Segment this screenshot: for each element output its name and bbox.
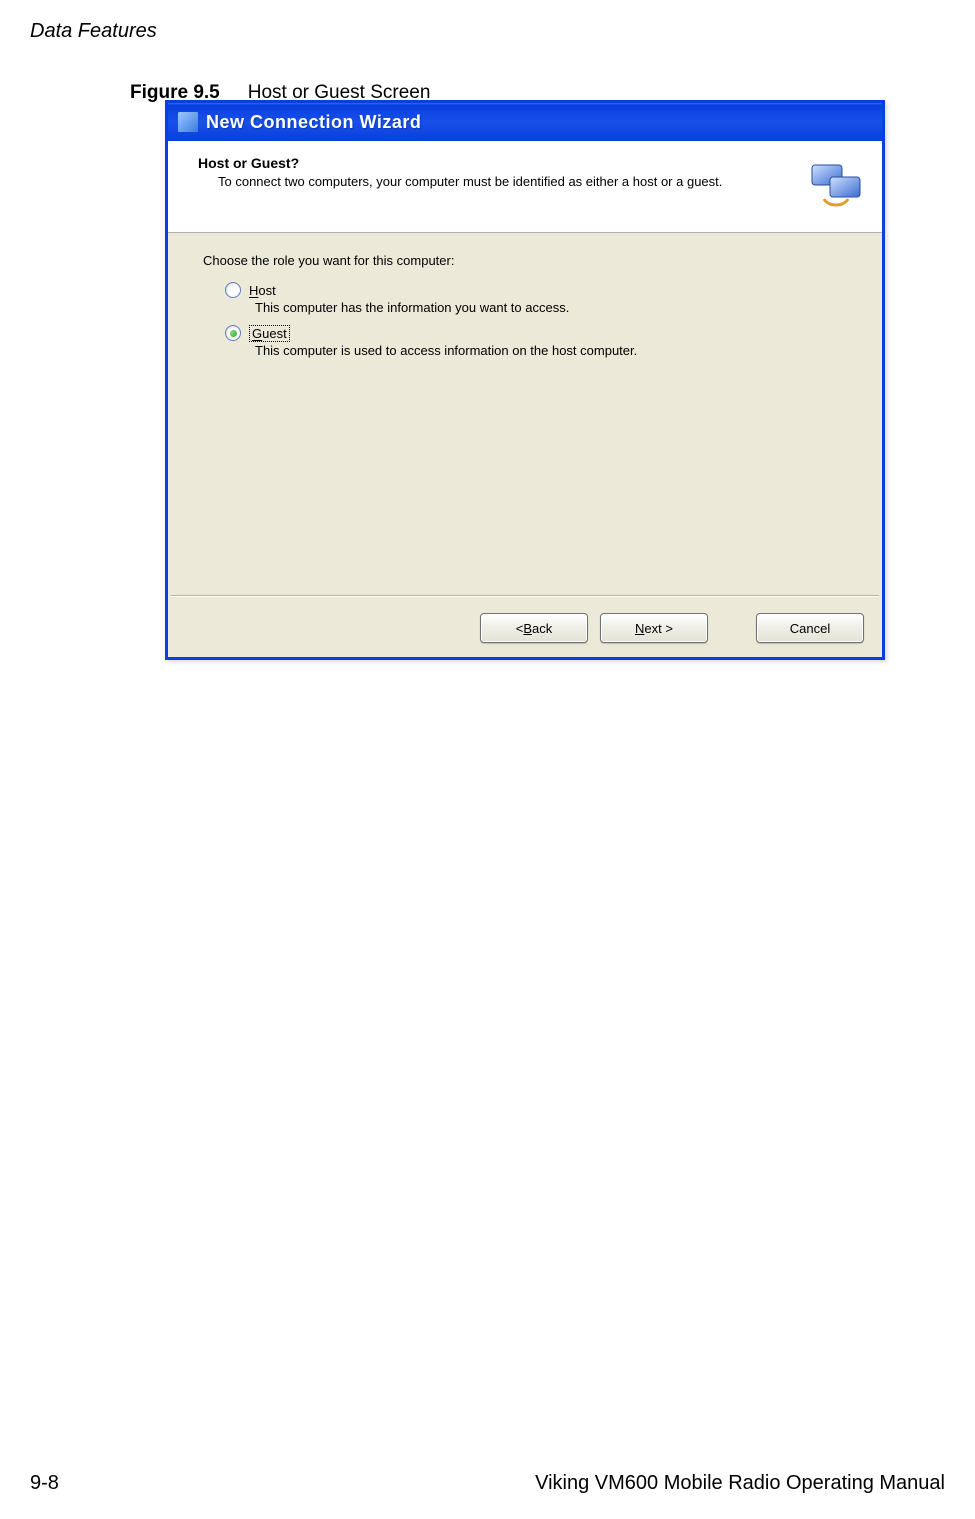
radio-host-desc: This computer has the information you wa… [255,300,847,315]
radio-host-button[interactable] [225,282,241,298]
radio-guest-label: Guest [249,326,290,341]
wizard-header-panel: Host or Guest? To connect two computers,… [168,141,882,233]
titlebar-text: New Connection Wizard [206,112,421,133]
button-row: < Back Next > Cancel [480,613,864,643]
titlebar: New Connection Wizard [168,103,882,141]
wizard-app-icon [178,112,198,132]
manual-title: Viking VM600 Mobile Radio Operating Manu… [535,1472,945,1495]
cancel-button[interactable]: Cancel [756,613,864,643]
connection-icon [808,159,864,215]
page-number: 9-8 [30,1472,59,1495]
wizard-header-desc: To connect two computers, your computer … [218,174,758,191]
wizard-window: New Connection Wizard Host or Guest? To … [165,100,885,660]
radio-guest-desc: This computer is used to access informat… [255,343,847,358]
next-button[interactable]: Next > [600,613,708,643]
radio-host-label: Host [249,283,276,298]
radio-host-row[interactable]: Host [225,282,847,298]
divider [171,595,879,597]
radio-guest-button[interactable] [225,325,241,341]
back-button[interactable]: < Back [480,613,588,643]
radio-guest-row[interactable]: Guest [225,325,847,341]
wizard-body: Choose the role you want for this comput… [168,233,882,358]
section-header: Data Features [30,20,157,43]
wizard-prompt: Choose the role you want for this comput… [203,253,847,268]
wizard-header-title: Host or Guest? [198,155,862,171]
